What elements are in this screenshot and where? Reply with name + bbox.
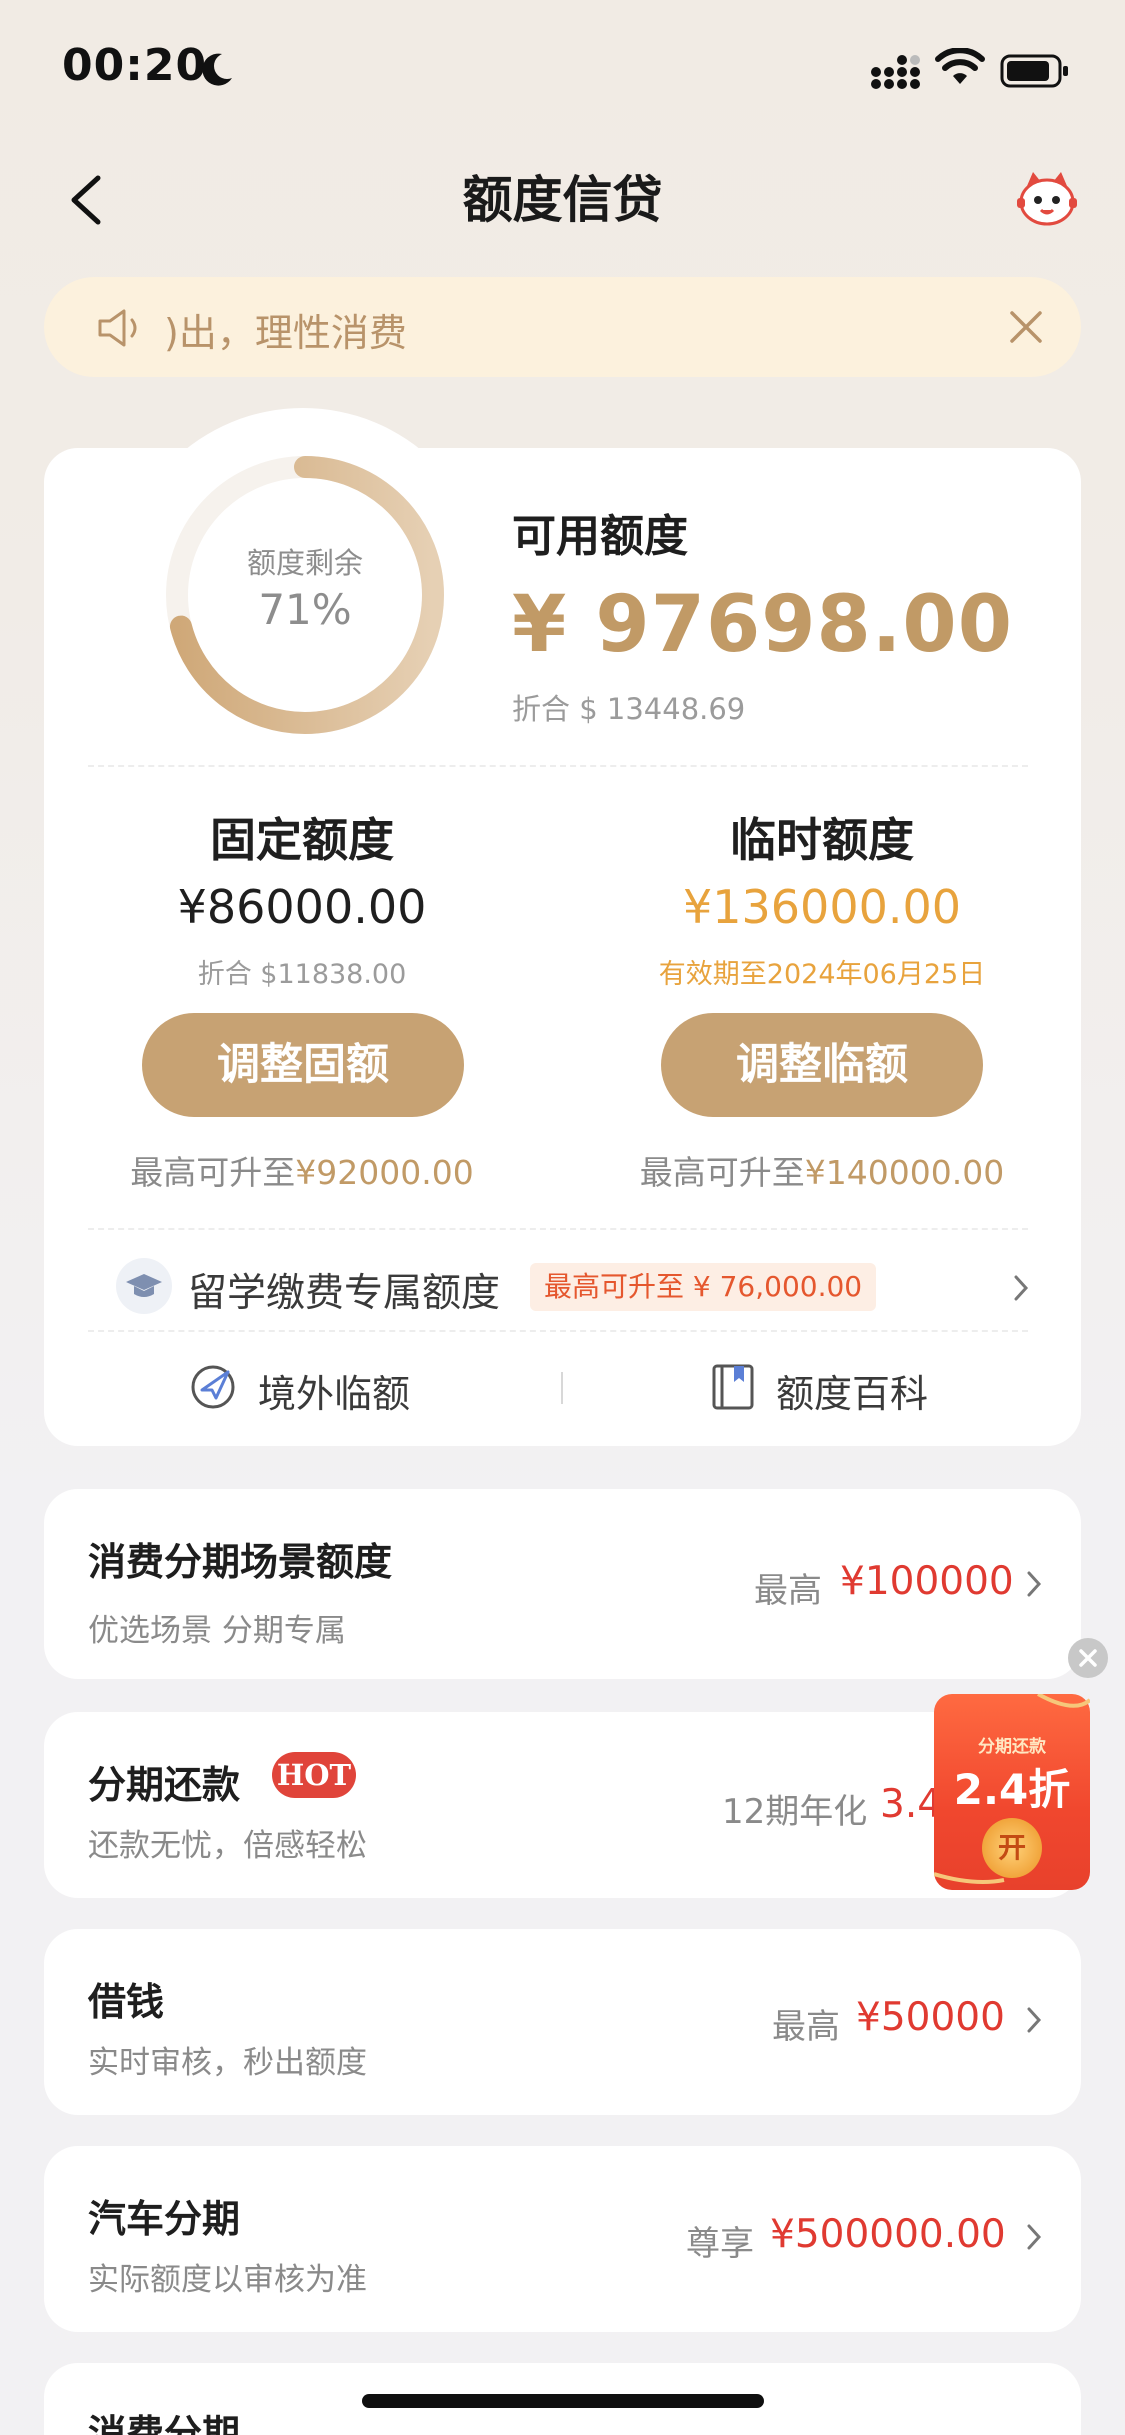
fixed-max: 最高可升至¥92000.00 [82, 1146, 522, 1194]
wifi-icon [935, 48, 985, 84]
list-item-right-value: ¥100000 [840, 1559, 1014, 1604]
chevron-right-icon [1027, 2007, 1042, 2033]
list-item-borrow[interactable]: 借钱 实时审核，秒出额度 最高 ¥50000 [44, 1929, 1081, 2115]
divider [88, 765, 1028, 767]
graduation-cap-icon [116, 1258, 172, 1314]
study-abroad-label[interactable]: 留学缴费专属额度 [188, 1262, 500, 1318]
notice-bar: )出，理性消费 [44, 277, 1081, 377]
chevron-right-icon[interactable] [1011, 1273, 1031, 1303]
adjust-fixed-button[interactable]: 调整固额 [142, 1013, 464, 1117]
list-item-right-label: 12期年化 [722, 1792, 868, 1832]
list-item-title: 分期还款 [88, 1763, 241, 1807]
promo-close-button[interactable] [1068, 1638, 1108, 1678]
adjust-temp-button[interactable]: 调整临额 [661, 1013, 983, 1117]
battery-icon [1000, 54, 1068, 88]
list-item-title: 借钱 [88, 1980, 165, 2024]
temp-max-value: ¥140000.00 [804, 1153, 1005, 1192]
notice-text: )出，理性消费 [164, 311, 407, 355]
list-item-right-label: 最高 [772, 2007, 840, 2047]
temp-max-prefix: 最高可升至 [639, 1153, 805, 1192]
vertical-divider [561, 1372, 563, 1404]
status-time: 00:20 [62, 40, 208, 91]
fixed-max-prefix: 最高可升至 [130, 1153, 296, 1192]
promo-discount: 2.4折 [953, 1765, 1071, 1814]
ring-label: 额度剩余 [246, 546, 363, 580]
fixed-converted: 折合 $11838.00 [197, 959, 407, 990]
close-icon[interactable] [1004, 305, 1048, 349]
temp-title: 临时额度 [730, 813, 914, 867]
mascot-icon[interactable] [1015, 168, 1079, 228]
available-label: 可用额度 [512, 511, 688, 562]
page-title: 额度信贷 [462, 171, 663, 229]
list-item-subtitle: 实际额度以审核为准 [88, 2262, 367, 2298]
list-item-right-value: 3.4 [880, 1782, 943, 1827]
temp-validity: 有效期至2024年06月25日 [658, 959, 986, 990]
list-item-title: 汽车分期 [88, 2197, 241, 2241]
moon-icon [202, 53, 232, 86]
available-amount: ¥ 97698.00 [512, 580, 1013, 670]
list-item-installment-repay[interactable]: 分期还款 HOT 还款无忧，倍感轻松 12期年化 3.4 [44, 1712, 1081, 1898]
fixed-amount: ¥86000.00 [177, 880, 427, 934]
list-item-subtitle: 还款无忧，倍感轻松 [88, 1828, 367, 1864]
credit-wiki-link[interactable]: 额度百科 [776, 1363, 928, 1418]
list-item-title: 消费分期场景额度 [88, 1540, 393, 1584]
study-abroad-tag: 最高可升至 ¥ 76,000.00 [530, 1263, 877, 1311]
list-item-title: 消费分期 [88, 2412, 241, 2435]
speaker-icon [98, 309, 137, 347]
divider [88, 1228, 1028, 1230]
temp-max: 最高可升至¥140000.00 [602, 1146, 1042, 1194]
plane-icon [191, 1365, 235, 1409]
chevron-right-icon [1027, 1571, 1042, 1597]
list-item-consumer-scene[interactable]: 消费分期场景额度 优选场景 分期专属 最高 ¥100000 [44, 1489, 1081, 1679]
available-converted: 折合 $ 13448.69 [512, 692, 746, 726]
list-item-subtitle: 实时审核，秒出额度 [88, 2045, 367, 2081]
promo-small-text: 分期还款 [978, 1737, 1046, 1757]
divider [88, 1330, 1028, 1332]
home-indicator [362, 2394, 764, 2408]
list-item-right-label: 最高 [754, 1571, 822, 1611]
list-item-subtitle: 优选场景 分期专属 [88, 1613, 346, 1649]
list-item-car-installment[interactable]: 汽车分期 实际额度以审核为准 尊享 ¥500000.00 [44, 2146, 1081, 2332]
hot-badge: HOT [272, 1752, 356, 1798]
ring-percent: 71% [258, 585, 352, 634]
signal-icon [871, 55, 920, 89]
installment-promo-badge[interactable]: 分期还款 2.4折 开 [934, 1694, 1090, 1890]
book-icon [712, 1364, 754, 1410]
overseas-temp-link[interactable]: 境外临额 [258, 1363, 410, 1418]
fixed-max-value: ¥92000.00 [295, 1153, 474, 1192]
list-item-right-label: 尊享 [686, 2224, 754, 2264]
list-item-right-value: ¥500000.00 [770, 2212, 1006, 2257]
promo-open-coin: 开 [982, 1818, 1042, 1878]
list-item-right-value: ¥50000 [856, 1995, 1005, 2040]
temp-amount: ¥136000.00 [682, 880, 962, 934]
fixed-title: 固定额度 [210, 813, 394, 867]
chevron-right-icon [1027, 2224, 1042, 2250]
